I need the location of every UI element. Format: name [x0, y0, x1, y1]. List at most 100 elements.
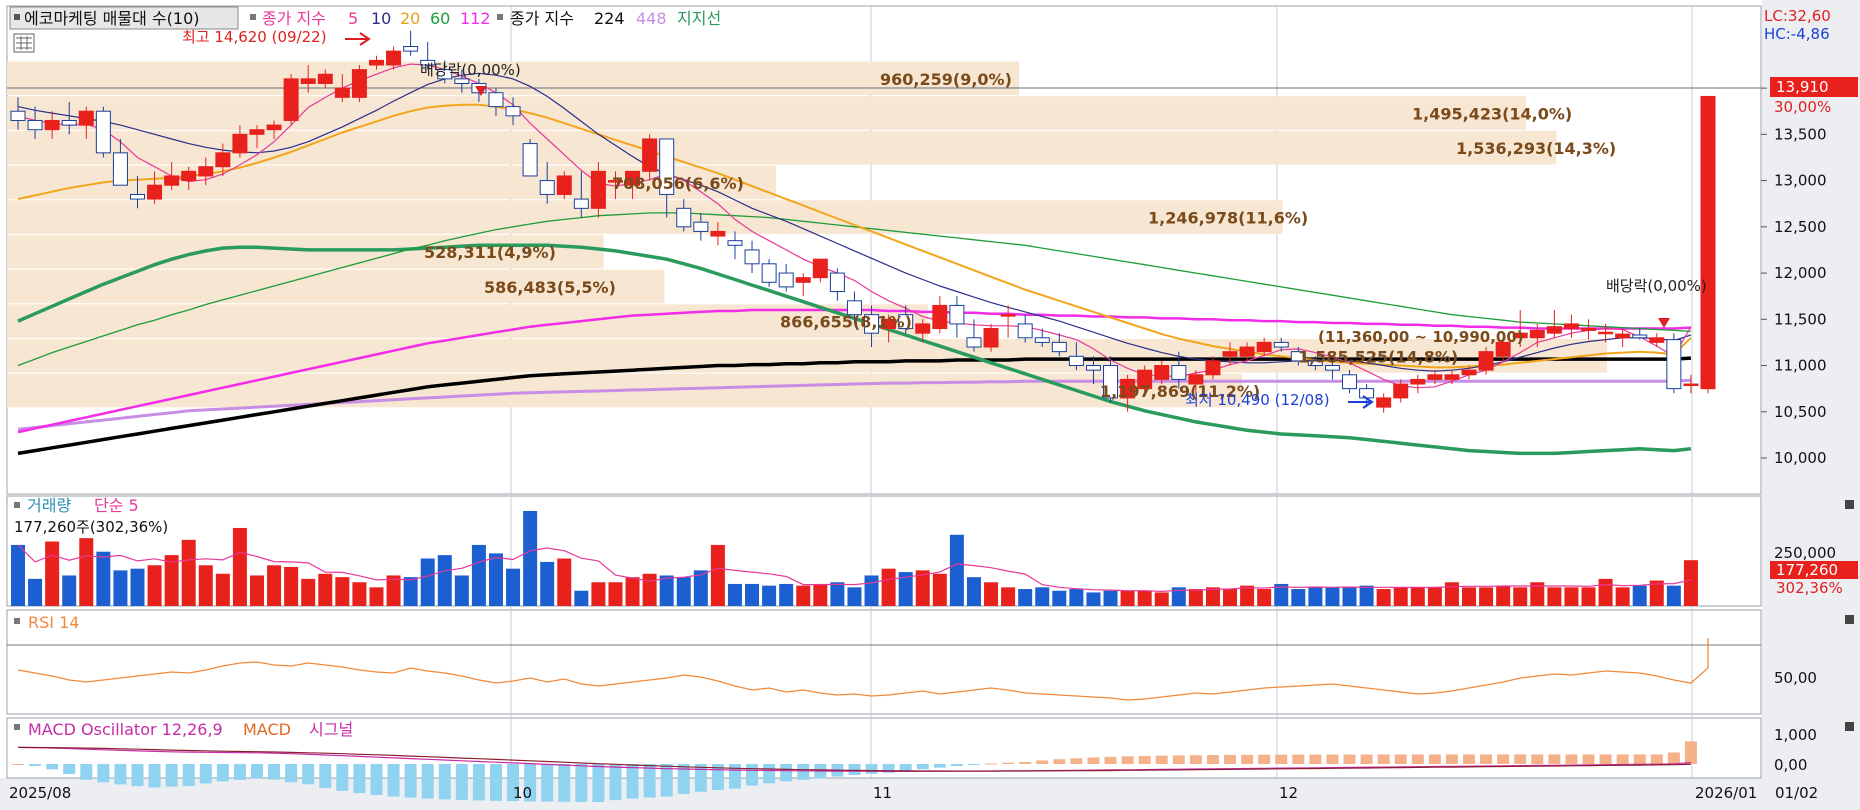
candle-body — [1034, 337, 1050, 343]
volume-bar — [557, 558, 572, 606]
volume-bar — [1462, 587, 1477, 606]
volume-profile-label: 1,536,293(14,3%) — [1456, 139, 1616, 158]
volume-bar — [966, 577, 981, 606]
bottom-axis-background — [0, 778, 1860, 810]
volume-bar — [1325, 587, 1340, 606]
volume-bar — [1598, 578, 1613, 606]
volume-profile-band — [7, 96, 1526, 130]
macd-oscillator-bar — [626, 764, 639, 799]
candle-body — [198, 166, 214, 177]
candle-body — [1410, 378, 1426, 385]
volume-bar — [113, 570, 128, 606]
macd-oscillator-bar — [387, 764, 400, 797]
volume-bar — [437, 555, 452, 606]
candle-body — [27, 119, 43, 131]
macd-axis-tick-2: 0,00 — [1774, 756, 1807, 774]
candle-body — [266, 124, 282, 131]
macd-oscillator-bar — [1138, 755, 1151, 764]
candle-body — [573, 198, 589, 209]
volume-bar — [608, 582, 623, 606]
volume-bar — [1547, 587, 1562, 606]
candle-body — [147, 184, 163, 200]
x-label-jan: 2026/01 — [1695, 784, 1757, 802]
volume-bar — [676, 577, 691, 606]
legend-ma60: 60 — [430, 9, 450, 28]
volume-bar — [1035, 587, 1050, 606]
high-label: 최고 14,620 (09/22) — [182, 28, 327, 46]
macd-oscillator-bar — [285, 764, 298, 783]
volume-bar — [506, 568, 521, 606]
legend-close-index: 종가 지수 — [262, 9, 326, 28]
candle-body — [949, 304, 965, 325]
volume-bar — [352, 582, 367, 606]
volume-bar — [420, 558, 435, 606]
volume-bar — [625, 577, 640, 606]
volume-bar — [745, 583, 760, 606]
candle-body — [505, 106, 521, 117]
legend-ma224: 224 — [594, 9, 625, 28]
x-label-aug: 2025/08 — [9, 784, 71, 802]
macd-oscillator-bar — [848, 764, 861, 776]
macd-oscillator-bar — [1394, 754, 1407, 764]
candle-body — [1632, 334, 1648, 339]
volume-bar — [1137, 590, 1152, 606]
volume-bar — [1359, 585, 1374, 606]
macd-oscillator-bar — [80, 764, 93, 780]
legend-ma20: 20 — [400, 9, 420, 28]
candle-body — [1017, 323, 1033, 339]
candle-body — [1051, 341, 1067, 353]
volume-bar — [1154, 592, 1169, 606]
panel-close-icon[interactable] — [1845, 722, 1854, 731]
candle-body — [932, 304, 948, 330]
volume-bar — [11, 544, 25, 606]
volume-bar — [1240, 585, 1255, 606]
macd-oscillator-bar — [268, 764, 281, 780]
macd-oscillator-bar — [1292, 754, 1305, 764]
panel-close-icon[interactable] — [1845, 615, 1854, 624]
candle-body — [829, 272, 845, 293]
x-label-dec: 12 — [1279, 784, 1298, 802]
panel-close-icon[interactable] — [1845, 500, 1854, 509]
volume-bar — [62, 575, 77, 606]
macd-oscillator-bar — [575, 764, 588, 802]
candle-body — [983, 328, 999, 348]
candle-body — [1444, 374, 1460, 380]
x-label-nov: 11 — [873, 784, 892, 802]
grid-toggle-icon[interactable] — [13, 33, 35, 53]
macd-oscillator-bar — [131, 764, 144, 787]
macd-oscillator-bar — [1616, 754, 1629, 764]
x-axis-right-label: 01/02 — [1775, 784, 1818, 802]
macd-oscillator-bar — [1633, 754, 1646, 764]
dividend-label-1: 배당락(0,00%) — [420, 61, 521, 79]
volume-profile-label: 866,655(8,1%) — [780, 313, 912, 332]
legend-ma5: 5 — [348, 9, 358, 28]
rsi-axis-tick: 50,00 — [1774, 669, 1817, 687]
macd-oscillator-bar — [1343, 754, 1356, 764]
volume-bar — [301, 578, 316, 606]
volume-bar — [1393, 587, 1408, 606]
macd-oscillator-bar — [1428, 754, 1441, 764]
candle-body — [556, 175, 572, 195]
candle-body — [1478, 351, 1494, 371]
macd-oscillator-bar — [404, 764, 417, 798]
macd-oscillator-bar — [1036, 760, 1049, 764]
volume-bar — [96, 551, 111, 606]
volume-bar — [1018, 589, 1033, 606]
volume-bar — [1257, 589, 1272, 606]
volume-bar — [1291, 589, 1306, 606]
candle-body — [1598, 331, 1614, 335]
macd-axis-tick-1: 1,000 — [1774, 726, 1817, 744]
candle-body — [710, 230, 726, 237]
volume-bar — [403, 577, 418, 606]
legend-ma112: 112 — [460, 9, 491, 28]
macd-oscillator-bar — [182, 764, 195, 786]
candle-body — [386, 50, 402, 66]
macd-oscillator-bar — [319, 764, 332, 788]
volume-profile-label: 1,495,423(14,0%) — [1412, 105, 1572, 124]
macd-oscillator-bar — [694, 764, 707, 792]
macd-oscillator-bar — [1684, 741, 1697, 764]
dividend-label-2: 배당락(0,00%) — [1606, 277, 1707, 295]
macd-oscillator-bar — [97, 764, 110, 783]
candle-body — [812, 258, 828, 279]
candle-body — [1393, 383, 1409, 399]
